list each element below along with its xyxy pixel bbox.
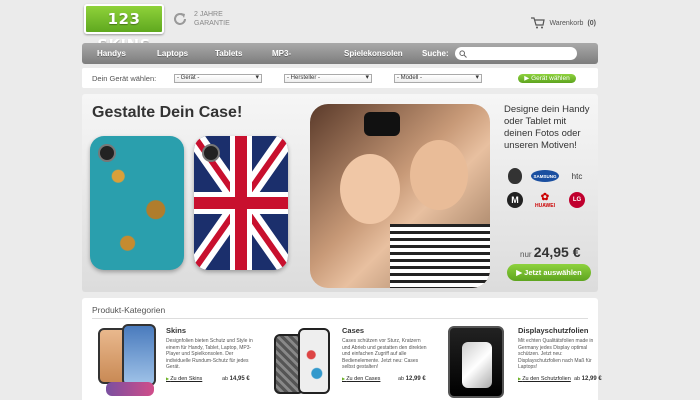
choose-device-label: Gerät wählen xyxy=(531,74,570,82)
samsung-logo: SAMSUNG xyxy=(531,170,559,182)
category-name[interactable]: Displayschutzfolien xyxy=(518,326,588,335)
striped-shirt-photo xyxy=(390,224,490,288)
search-input[interactable] xyxy=(469,50,570,57)
camera-icon xyxy=(98,144,116,162)
category-description: Cases schützen vor Sturz, Kratzern und A… xyxy=(342,338,427,370)
search-label: Suche: xyxy=(422,49,449,58)
guarantee-badge: 2 JAHRE GARANTIE xyxy=(172,10,230,28)
brand-htc[interactable]: htc xyxy=(562,166,592,186)
hero-title: Gestalte Dein Case! xyxy=(92,104,243,121)
cta-label: Jetzt auswählen xyxy=(524,268,582,277)
refresh-icon xyxy=(174,13,186,25)
hero-banner[interactable]: Gestalte Dein Case! Designe dein Handy o… xyxy=(82,94,598,292)
brand-apple[interactable] xyxy=(502,166,528,186)
price-value: 24,95 € xyxy=(533,244,581,260)
brand-motorola[interactable]: M xyxy=(502,190,528,210)
categories-title: Produkt-Kategorien xyxy=(92,305,166,315)
category-link[interactable]: Zu den Cases xyxy=(342,376,380,382)
huawei-label: HUAWEI xyxy=(535,202,555,209)
category-name[interactable]: Skins xyxy=(166,326,186,335)
category-price: ab 12,99 € xyxy=(574,376,602,382)
site-logo[interactable]: 123 SKINS xyxy=(84,4,164,54)
photo-case-image xyxy=(310,104,490,288)
cta-arrow-icon: ▶ xyxy=(516,268,525,277)
skins-image[interactable] xyxy=(92,324,160,400)
guarantee-line-1: 2 JAHRE xyxy=(194,11,223,18)
motorola-logo-icon: M xyxy=(507,192,523,208)
person-photo xyxy=(410,140,468,210)
camera-icon xyxy=(364,112,400,136)
floral-case-image xyxy=(90,136,184,270)
category-description: Designfolien bieten Schutz und Style in … xyxy=(166,338,253,370)
nav-item-tablets[interactable]: Tablets xyxy=(200,43,257,64)
screen-protectors-image[interactable] xyxy=(444,324,512,400)
choose-device-button[interactable]: ▶ Gerät wählen xyxy=(518,73,576,83)
category-link[interactable]: Zu den Skins xyxy=(166,376,202,382)
category-description: Mit echten Qualitätsfolien made in Germa… xyxy=(518,338,594,370)
lg-logo: LG xyxy=(569,192,585,208)
category-price: ab 12,99 € xyxy=(398,376,426,382)
hero-price: nur 24,95 € xyxy=(520,244,581,260)
main-nav: Handys Laptops Tablets MP3-Player Spiele… xyxy=(82,43,598,79)
brand-samsung[interactable]: SAMSUNG xyxy=(530,166,560,186)
device-selector: Dein Gerät wählen: - Gerät - - Herstelle… xyxy=(82,68,598,88)
category-price: ab 14,95 € xyxy=(222,376,250,382)
price-prefix: nur xyxy=(520,250,532,259)
guarantee-line-2: GARANTIE xyxy=(194,20,230,27)
price-prefix: ab xyxy=(574,376,581,382)
person-photo xyxy=(340,154,400,224)
category-name[interactable]: Cases xyxy=(342,326,364,335)
brand-huawei[interactable]: ✿ HUAWEI xyxy=(530,190,560,210)
hero-promo-text: Designe dein Handy oder Tablet mit deine… xyxy=(504,104,590,151)
device-selector-label: Dein Gerät wählen: xyxy=(92,73,157,83)
price-prefix: ab xyxy=(398,376,405,382)
price-value: 12,99 € xyxy=(405,376,426,382)
camera-icon xyxy=(202,144,220,162)
price-value: 14,95 € xyxy=(229,376,250,382)
nav-item-mp3-player[interactable]: MP3-Player xyxy=(257,43,329,79)
divider xyxy=(92,318,588,319)
apple-logo-icon xyxy=(508,168,522,184)
maker-select[interactable]: - Hersteller - xyxy=(284,73,372,83)
nav-item-laptops[interactable]: Laptops xyxy=(142,43,200,64)
huawei-flower-icon: ✿ xyxy=(540,191,550,203)
brand-logos: SAMSUNG htc M ✿ HUAWEI LG xyxy=(502,166,592,210)
search-icon xyxy=(459,49,467,58)
product-categories: Produkt-Kategorien Skins Designfolien bi… xyxy=(82,298,602,400)
category-link[interactable]: Zu den Schutzfolien xyxy=(518,376,571,382)
choose-now-button[interactable]: ▶ Jetzt auswählen xyxy=(507,264,591,281)
nav-item-spielekonsolen[interactable]: Spielekonsolen xyxy=(329,43,422,64)
cart-label: Warenkorb xyxy=(549,19,584,27)
union-jack-case-image xyxy=(194,136,288,270)
price-prefix: ab xyxy=(222,376,229,382)
device-select[interactable]: - Gerät - xyxy=(174,73,262,83)
cart-link[interactable]: Warenkorb (0) xyxy=(531,17,596,29)
shopping-cart-icon xyxy=(531,17,546,29)
nav-item-handys[interactable]: Handys xyxy=(82,43,142,64)
price-value: 12,99 € xyxy=(581,376,602,382)
cases-image[interactable] xyxy=(268,324,336,400)
search-box[interactable] xyxy=(454,47,577,60)
brand-lg[interactable]: LG xyxy=(562,190,592,210)
model-select[interactable]: - Modell - xyxy=(394,73,482,83)
cart-count: (0) xyxy=(587,19,596,27)
